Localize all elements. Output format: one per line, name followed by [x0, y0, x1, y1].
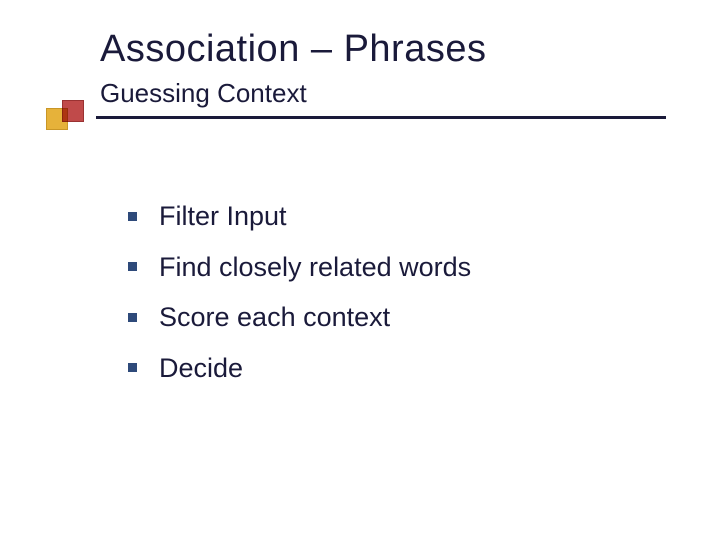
list-item-label: Score each context — [159, 297, 390, 338]
bullet-icon — [128, 313, 137, 322]
title-underline — [96, 116, 666, 119]
list-item: Score each context — [128, 297, 471, 338]
bullet-icon — [128, 363, 137, 372]
list-item: Filter Input — [128, 196, 471, 237]
slide-subtitle: Guessing Context — [100, 78, 307, 109]
list-item-label: Decide — [159, 348, 243, 389]
list-item: Find closely related words — [128, 247, 471, 288]
slide-title: Association – Phrases — [100, 28, 486, 71]
bullet-icon — [128, 212, 137, 221]
slide: Association – Phrases Guessing Context F… — [0, 0, 720, 540]
decorative-squares — [46, 100, 94, 128]
bullet-list: Filter Input Find closely related words … — [128, 196, 471, 398]
list-item-label: Filter Input — [159, 196, 287, 237]
square-icon — [62, 100, 84, 122]
list-item: Decide — [128, 348, 471, 389]
list-item-label: Find closely related words — [159, 247, 471, 288]
bullet-icon — [128, 262, 137, 271]
